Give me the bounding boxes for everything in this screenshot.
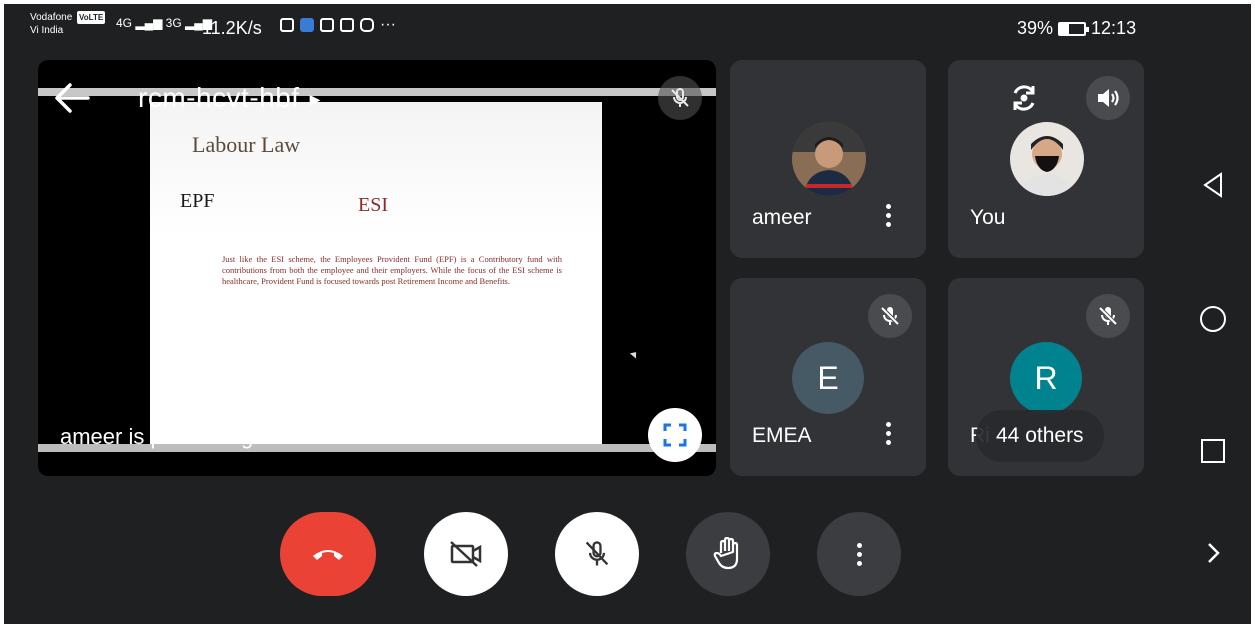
volte-badge: VoLTE	[77, 11, 106, 24]
mic-off-icon	[880, 306, 900, 326]
notification-icons: ···	[280, 16, 396, 33]
signal-indicators: 4G ▂▄▆ 3G ▂▄▆	[116, 16, 212, 30]
avatar-you	[1010, 122, 1084, 196]
meeting-code: rcm-hcvt-hbf	[138, 82, 300, 113]
mute-indicator-emea	[868, 294, 912, 338]
end-call-icon	[313, 550, 343, 560]
nav-recents-button[interactable]	[1198, 436, 1228, 466]
status-bar: Vodafone VoLTE Vi India 4G ▂▄▆ 3G ▂▄▆ 11…	[4, 4, 1174, 50]
fullscreen-button[interactable]	[648, 408, 702, 462]
nav-expand-button[interactable]	[1198, 538, 1228, 568]
participant-tile-ameer[interactable]: ameer	[730, 60, 926, 258]
camera-off-icon	[450, 541, 482, 567]
more-notifications-icon: ···	[380, 16, 396, 33]
end-call-button[interactable]	[280, 512, 376, 596]
presentation-tile[interactable]: Labour Law EPF ESI Just like the ESI sch…	[38, 60, 716, 476]
video-notification-icon-3	[340, 18, 354, 32]
video-notification-icon	[280, 18, 294, 32]
network-type-2: 3G	[165, 16, 182, 30]
raise-hand-button[interactable]	[686, 512, 770, 596]
presenter-mute-indicator	[658, 76, 702, 120]
microphone-toggle-button[interactable]	[555, 512, 639, 596]
more-options-button[interactable]	[817, 512, 901, 596]
signal-icon: ▂▄▆	[135, 16, 163, 30]
avatar-ameer	[792, 122, 866, 196]
instagram-icon	[360, 18, 374, 32]
system-nav-bar	[1174, 4, 1251, 624]
carrier-sub: Vi India	[30, 25, 64, 36]
triangle-back-icon	[1203, 172, 1222, 198]
mute-indicator-r	[1086, 294, 1130, 338]
arrow-left-icon	[55, 83, 90, 113]
nav-home-button[interactable]	[1198, 304, 1228, 334]
hand-icon	[713, 537, 739, 570]
speaker-button[interactable]	[1086, 76, 1130, 120]
presenter-caption: ameer is presenting	[60, 424, 254, 449]
nav-back-button[interactable]	[1198, 170, 1228, 200]
mic-off-icon	[1098, 306, 1118, 326]
slide: Labour Law EPF ESI Just like the ESI sch…	[150, 102, 602, 444]
battery-percent: 39%	[1017, 18, 1054, 38]
more-options-ameer[interactable]	[878, 204, 898, 227]
camera-switch-icon	[1013, 85, 1035, 111]
participant-name: You	[970, 206, 1006, 229]
mic-off-icon	[671, 88, 689, 107]
others-chip[interactable]: 44 others	[976, 410, 1104, 462]
person-photo-icon	[792, 122, 866, 196]
participant-name: EMEA	[752, 424, 812, 447]
network-speed: 11.2K/s	[202, 18, 262, 38]
battery-status: 39% 12:13	[1017, 18, 1136, 39]
square-recents-icon	[1201, 439, 1225, 463]
meet-screen: Vodafone VoLTE Vi India 4G ▂▄▆ 3G ▂▄▆ 11…	[4, 4, 1251, 624]
camera-toggle-button[interactable]	[424, 512, 508, 596]
carrier-info: Vodafone VoLTE Vi India	[30, 11, 106, 37]
slide-title: Labour Law	[192, 132, 301, 157]
video-notification-icon-2	[320, 18, 334, 32]
slide-heading-epf: EPF	[180, 190, 215, 212]
more-options-emea[interactable]	[878, 422, 898, 445]
participant-tile-you[interactable]: You	[948, 60, 1144, 258]
clock: 12:13	[1091, 18, 1137, 38]
chevron-right-icon	[1208, 543, 1220, 563]
carrier-name: Vodafone	[30, 12, 73, 23]
chevron-right-icon: ▶	[309, 91, 321, 108]
speaker-icon	[1098, 89, 1119, 107]
battery-icon	[1058, 21, 1090, 36]
mic-off-icon	[585, 541, 609, 566]
switch-camera-button[interactable]	[1002, 76, 1046, 120]
fullscreen-icon	[663, 423, 687, 447]
avatar-emea: E	[792, 342, 864, 414]
participant-name: ameer	[752, 206, 812, 229]
back-button[interactable]	[52, 80, 92, 116]
cursor-icon	[629, 349, 640, 359]
slide-heading-esi: ESI	[358, 194, 388, 216]
more-vertical-icon	[849, 542, 869, 566]
avatar-r: R	[1010, 342, 1082, 414]
network-type-1: 4G	[116, 16, 133, 30]
meeting-code-button[interactable]: rcm-hcvt-hbf ▶	[138, 82, 321, 114]
person-photo-icon	[1010, 122, 1084, 196]
battery-fill	[1060, 23, 1070, 34]
app-notification-icon	[300, 18, 314, 32]
circle-home-icon	[1200, 306, 1226, 332]
slide-body-text: Just like the ESI scheme, the Employees …	[222, 254, 562, 286]
participant-tile-emea[interactable]: E EMEA	[730, 278, 926, 476]
